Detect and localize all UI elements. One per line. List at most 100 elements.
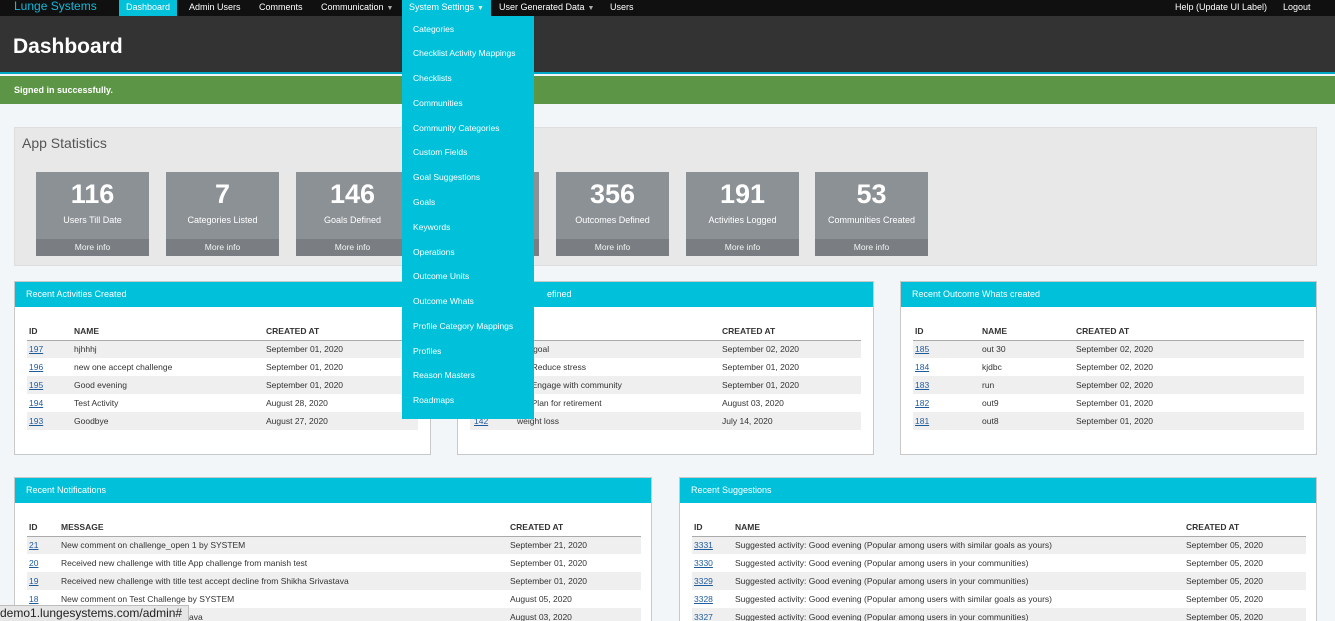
nav-user-generated-data[interactable]: User Generated Data ▼: [499, 0, 594, 16]
row-date: July 14, 2020: [720, 412, 861, 430]
more-info-link[interactable]: More info: [166, 239, 279, 256]
row-id-link[interactable]: 182: [915, 398, 929, 408]
row-id-link[interactable]: 195: [29, 380, 43, 390]
stat-card-communities: 53 Communities Created More info: [815, 172, 928, 256]
row-id-link[interactable]: 185: [915, 344, 929, 354]
table-row: 20 Received new challenge with title App …: [27, 554, 641, 572]
more-info-link[interactable]: More info: [556, 239, 669, 256]
brand-logo[interactable]: Lunge Systems: [14, 0, 97, 12]
row-id-link[interactable]: 184: [915, 362, 929, 372]
row-id-link[interactable]: 181: [915, 416, 929, 426]
menu-item-operations[interactable]: Operations: [413, 247, 455, 257]
table-row: 181 out8 September 01, 2020: [913, 412, 1304, 430]
row-name: Suggested activity: Good evening (Popula…: [733, 536, 1184, 554]
system-settings-dropdown: Categories Checklist Activity Mappings C…: [402, 16, 534, 419]
row-name: M - Reduce stress: [517, 362, 586, 372]
menu-item-community-categories[interactable]: Community Categories: [413, 123, 499, 133]
menu-item-communities[interactable]: Communities: [413, 98, 463, 108]
table-row: 182 out9 September 01, 2020: [913, 394, 1304, 412]
menu-item-profiles[interactable]: Profiles: [413, 346, 441, 356]
stat-label: Users Till Date: [63, 215, 122, 225]
menu-item-custom-fields[interactable]: Custom Fields: [413, 147, 467, 157]
more-info-link[interactable]: More info: [36, 239, 149, 256]
top-navbar: Lunge Systems Dashboard Admin Users Comm…: [0, 0, 1335, 16]
flash-message: Signed in successfully.: [0, 76, 1335, 104]
stat-value: 53: [856, 179, 887, 209]
menu-item-outcome-whats[interactable]: Outcome Whats: [413, 296, 474, 306]
table-row: 195 Good evening September 01, 2020: [27, 376, 418, 394]
stat-card-users: 116 Users Till Date More info: [36, 172, 149, 256]
table-row: 194 Test Activity August 28, 2020: [27, 394, 418, 412]
menu-item-checklist-activity-mappings[interactable]: Checklist Activity Mappings: [413, 48, 516, 58]
menu-item-categories[interactable]: Categories: [413, 24, 454, 34]
stat-label: Communities Created: [827, 215, 916, 225]
row-name: M - Engage with community: [515, 376, 720, 394]
nav-users[interactable]: Users: [610, 0, 634, 16]
activities-table: ID NAME CREATED AT 197 hjhhhj September 01, …: [27, 322, 418, 430]
row-date: September 02, 2020: [1074, 340, 1304, 358]
nav-admin-users[interactable]: Admin Users: [189, 0, 241, 16]
nav-comments[interactable]: Comments: [259, 0, 303, 16]
stat-label: Categories Listed: [187, 215, 258, 225]
row-name: out9: [982, 398, 999, 408]
col-name: E: [515, 322, 720, 341]
chevron-down-icon: ▼: [386, 5, 394, 12]
menu-item-keywords[interactable]: Keywords: [413, 222, 450, 232]
row-id-link[interactable]: 197: [29, 344, 43, 354]
row-name: Suggested activity: Good evening (Popula…: [735, 558, 1029, 568]
more-info-link[interactable]: More info: [686, 239, 799, 256]
row-id-link[interactable]: 3329: [694, 576, 713, 586]
row-name: out8: [980, 412, 1074, 430]
row-date: August 03, 2020: [722, 398, 784, 408]
menu-item-profile-category-mappings[interactable]: Profile Category Mappings: [413, 321, 513, 331]
row-date: September 05, 2020: [1184, 572, 1306, 590]
row-id-link[interactable]: 3327: [694, 612, 713, 621]
menu-item-checklists[interactable]: Checklists: [413, 73, 452, 83]
row-id-link[interactable]: 196: [29, 362, 43, 372]
menu-item-goals[interactable]: Goals: [413, 197, 435, 207]
nav-communication[interactable]: Communication ▼: [321, 0, 393, 16]
table-row: 197 hjhhhj September 01, 2020: [27, 340, 418, 358]
row-name: Good evening: [72, 376, 264, 394]
row-id-link[interactable]: 3328: [694, 594, 713, 604]
row-date: September 01, 2020: [1074, 412, 1304, 430]
row-id-link[interactable]: 3331: [694, 540, 713, 550]
table-row: 21 New comment on challenge_open 1 by SYS…: [27, 536, 641, 554]
row-date: August 03, 2020: [508, 608, 641, 621]
more-info-link[interactable]: More info: [815, 239, 928, 256]
table-row: 185 out 30 September 02, 2020: [913, 340, 1304, 358]
stat-value: 7: [214, 179, 231, 209]
menu-item-goal-suggestions[interactable]: Goal Suggestions: [413, 172, 480, 182]
row-id-link[interactable]: 3330: [694, 558, 713, 568]
row-id-link[interactable]: 194: [29, 398, 43, 408]
row-date: August 28, 2020: [266, 398, 328, 408]
row-date: September 05, 2020: [1186, 558, 1264, 568]
row-id-link[interactable]: 21: [29, 540, 38, 550]
row-date: September 02, 2020: [1076, 362, 1154, 372]
panel-recent-notifications: Recent Notifications ID MESSAGE CREATED AT…: [14, 477, 652, 621]
row-date: August 27, 2020: [264, 412, 418, 430]
menu-item-roadmaps[interactable]: Roadmaps: [413, 395, 454, 405]
nav-logout[interactable]: Logout: [1283, 0, 1311, 16]
row-name: kjdbc: [982, 362, 1002, 372]
nav-system-settings[interactable]: System Settings ▼: [402, 0, 491, 16]
row-id-link[interactable]: 193: [29, 416, 43, 426]
more-info-link[interactable]: More info: [296, 239, 409, 256]
col-id: ID: [27, 518, 59, 537]
row-date: September 05, 2020: [1186, 594, 1264, 604]
row-id-link[interactable]: 18: [29, 594, 38, 604]
row-id-link[interactable]: 19: [29, 576, 38, 586]
menu-item-reason-masters[interactable]: Reason Masters: [413, 370, 475, 380]
nav-dashboard[interactable]: Dashboard: [119, 0, 178, 16]
nav-help[interactable]: Help (Update UI Label): [1175, 0, 1267, 16]
row-id-link[interactable]: 183: [915, 380, 929, 390]
row-date: September 01, 2020: [508, 572, 641, 590]
row-id-link[interactable]: 20: [29, 558, 38, 568]
row-date: September 01, 2020: [720, 376, 861, 394]
row-date: September 02, 2020: [1074, 376, 1304, 394]
menu-item-outcome-units[interactable]: Outcome Units: [413, 271, 469, 281]
col-id: ID: [913, 322, 980, 341]
row-date: September 01, 2020: [722, 362, 800, 372]
table-row: 3330 Suggested activity: Good evening (Po…: [692, 554, 1306, 572]
panel-title: Recent Suggestions: [680, 478, 1316, 503]
